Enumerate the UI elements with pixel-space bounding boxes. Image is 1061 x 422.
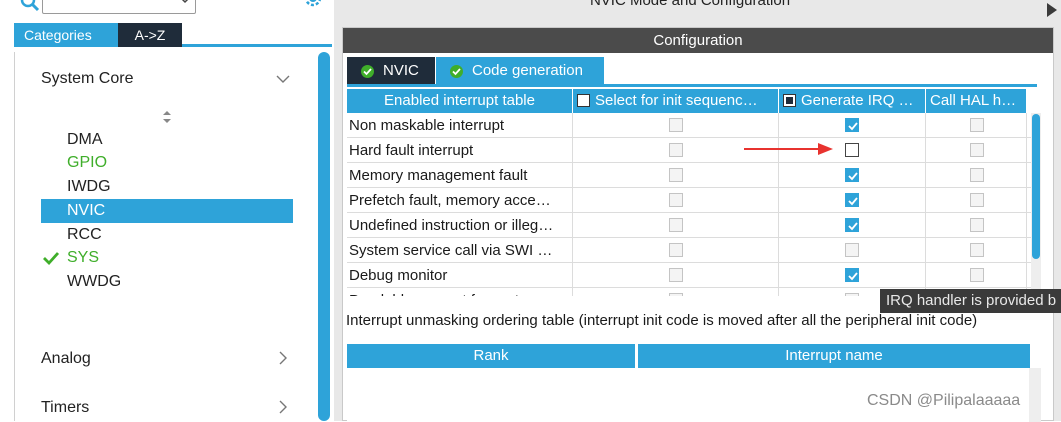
red-arrow-annotation	[744, 143, 833, 155]
generate-irq-checkbox[interactable]	[845, 193, 859, 207]
tab-categories[interactable]: Categories	[14, 23, 118, 47]
select-init-checkbox[interactable]	[669, 268, 683, 282]
select-init-checkbox[interactable]	[669, 218, 683, 232]
interrupt-name-cell: System service call via SWI …	[347, 238, 573, 263]
rank-table-header: Rank Interrupt name	[347, 344, 1030, 368]
sidebar-item-wwdg[interactable]: WWDG	[41, 270, 293, 294]
sidebar-item-sys[interactable]: SYS	[41, 246, 293, 270]
arrow-right-icon[interactable]	[1046, 2, 1058, 18]
left-scrollbar[interactable]	[318, 52, 330, 421]
select-init-checkbox[interactable]	[669, 243, 683, 257]
select-init-checkbox[interactable]	[669, 143, 683, 157]
search-row	[0, 0, 334, 20]
table-row[interactable]: Debug monitor	[347, 263, 1037, 288]
section-system-core[interactable]: System Core	[41, 70, 133, 88]
sidebar-item-nvic[interactable]: NVIC	[41, 199, 293, 223]
search-icon[interactable]	[20, 0, 40, 12]
chevron-down-icon[interactable]	[178, 0, 192, 8]
col-select-init-sequence[interactable]: Select for init sequenc…	[573, 89, 779, 113]
tab-nvic[interactable]: NVIC	[347, 57, 435, 85]
column-label: Generate IRQ …	[801, 92, 914, 109]
gear-icon[interactable]	[302, 0, 324, 10]
left-panel: Categories A->Z System Core DMA GPIO IWD…	[0, 0, 334, 421]
header-checkbox[interactable]	[577, 94, 590, 107]
table-row[interactable]: System service call via SWI …	[347, 238, 1037, 263]
table-row[interactable]: Non maskable interrupt	[347, 113, 1037, 138]
call-hal-checkbox[interactable]	[970, 118, 984, 132]
call-hal-checkbox[interactable]	[970, 143, 984, 157]
call-hal-checkbox[interactable]	[970, 243, 984, 257]
call-hal-checkbox[interactable]	[970, 218, 984, 232]
sidebar-item-iwdg[interactable]: IWDG	[41, 175, 293, 199]
interrupt-name-cell: Undefined instruction or illeg…	[347, 213, 573, 238]
generate-irq-checkbox[interactable]	[845, 243, 859, 257]
call-hal-checkbox[interactable]	[970, 268, 984, 282]
table-scrollbar-thumb[interactable]	[1032, 114, 1040, 259]
interrupt-name-cell: Non maskable interrupt	[347, 113, 573, 138]
section-analog[interactable]: Analog	[41, 350, 91, 368]
interrupt-name-cell: Hard fault interrupt	[347, 138, 573, 163]
generate-irq-checkbox[interactable]	[845, 293, 859, 296]
col-generate-irq[interactable]: Generate IRQ …	[779, 89, 926, 113]
category-tabs: Categories A->Z	[14, 23, 332, 47]
tab-underline	[347, 84, 1037, 87]
rank-table-scrollbar[interactable]	[1029, 368, 1041, 422]
select-init-checkbox[interactable]	[669, 193, 683, 207]
table-row[interactable]: Hard fault interrupt	[347, 138, 1037, 163]
col-call-hal-handler[interactable]: Call HAL h…	[926, 89, 1027, 113]
sidebar-item-label: SYS	[67, 249, 100, 266]
chevron-right-icon[interactable]	[276, 400, 290, 414]
mode-title: NVIC Mode and Configuration	[589, 0, 791, 9]
select-init-checkbox[interactable]	[669, 168, 683, 182]
table-row[interactable]: Memory management fault	[347, 163, 1037, 188]
table-header: Enabled interrupt table Select for init …	[347, 89, 1037, 113]
check-icon	[43, 252, 59, 265]
enabled-interrupt-table: Enabled interrupt table Select for init …	[347, 89, 1037, 296]
search-input[interactable]	[42, 0, 196, 14]
sort-icon[interactable]	[160, 110, 174, 124]
watermark: CSDN @Pilipalaaaaa	[867, 392, 1021, 409]
generate-irq-checkbox[interactable]	[845, 118, 859, 132]
sidebar-item-gpio[interactable]: GPIO	[41, 151, 293, 175]
tab-label: Code generation	[472, 62, 583, 79]
interrupt-name-cell: Debug monitor	[347, 263, 573, 288]
col-enabled-interrupt[interactable]: Enabled interrupt table	[347, 89, 573, 113]
interrupt-name-cell: Memory management fault	[347, 163, 573, 188]
subtab-bar: NVIC Code generation	[343, 54, 1053, 85]
header-checkbox[interactable]	[783, 94, 796, 107]
chevron-right-icon[interactable]	[276, 351, 290, 365]
right-panel: NVIC Mode and Configuration Configuratio…	[334, 0, 1061, 422]
sidebar-item-rcc[interactable]: RCC	[41, 223, 293, 247]
table-row[interactable]: Prefetch fault, memory acce…	[347, 188, 1037, 213]
check-circle-icon	[361, 65, 374, 78]
sidebar-item-dma[interactable]: DMA	[41, 128, 293, 152]
generate-irq-checkbox[interactable]	[845, 218, 859, 232]
tooltip: IRQ handler is provided b	[880, 289, 1061, 313]
generate-irq-checkbox[interactable]	[845, 168, 859, 182]
tab-code-generation[interactable]: Code generation	[436, 57, 604, 85]
tab-a-to-z[interactable]: A->Z	[118, 23, 182, 47]
configuration-panel: Configuration NVIC Code generation Enabl…	[342, 27, 1054, 422]
select-init-checkbox[interactable]	[669, 118, 683, 132]
generate-irq-checkbox[interactable]	[845, 268, 859, 282]
unmask-ordering-label: Interrupt unmasking ordering table (inte…	[346, 312, 978, 329]
interrupt-name-cell: Prefetch fault, memory acce…	[347, 188, 573, 213]
category-list: System Core DMA GPIO IWDG NVIC RCC SYS W…	[14, 52, 318, 421]
check-circle-icon	[450, 65, 463, 78]
select-init-checkbox[interactable]	[669, 293, 683, 296]
configuration-header: Configuration	[343, 28, 1053, 53]
table-row[interactable]: Undefined instruction or illeg…	[347, 213, 1037, 238]
call-hal-checkbox[interactable]	[970, 193, 984, 207]
interrupt-name-cell: Pendable request for system…	[347, 288, 573, 296]
tab-label: NVIC	[383, 62, 419, 79]
call-hal-checkbox[interactable]	[970, 168, 984, 182]
section-timers[interactable]: Timers	[41, 399, 89, 417]
col-interrupt-name[interactable]: Interrupt name	[638, 344, 1030, 368]
column-label: Select for init sequenc…	[595, 92, 758, 109]
chevron-down-icon[interactable]	[276, 72, 290, 86]
col-rank[interactable]: Rank	[347, 344, 635, 368]
generate-irq-checkbox[interactable]	[845, 143, 859, 157]
